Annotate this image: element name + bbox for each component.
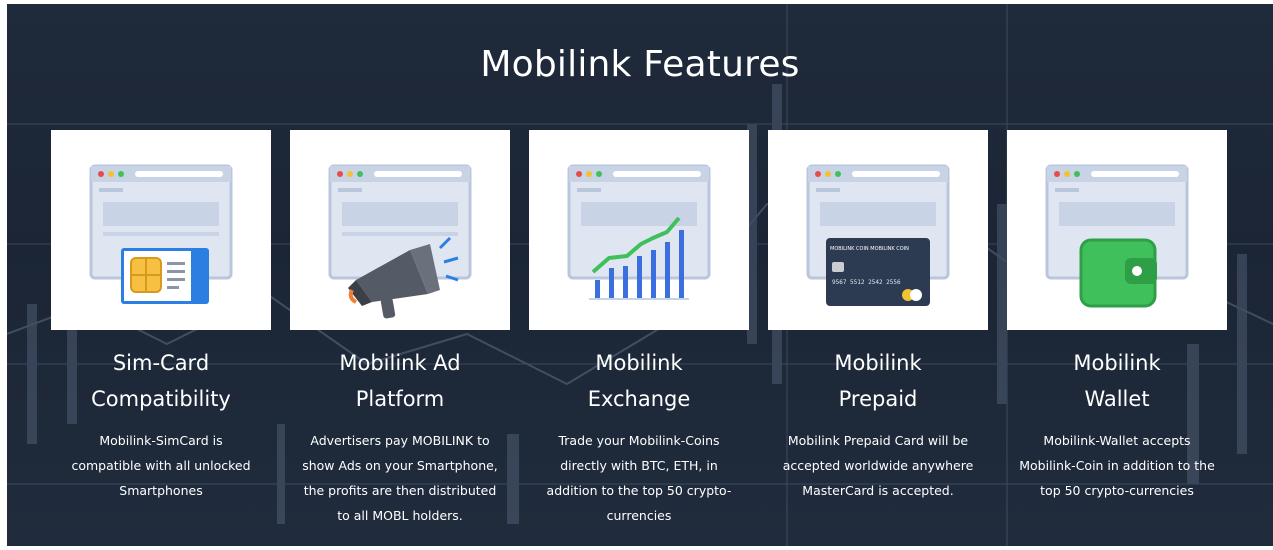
prepaid-card-icon: MOBILINK COIN MOBILINK COIN 9567 5512 25… <box>806 164 950 306</box>
sim-card-icon <box>89 164 233 304</box>
feature-desc-line: compatible with all unlocked <box>71 458 251 473</box>
feature-desc-line: Mobilink-Wallet accepts <box>1043 433 1191 448</box>
feature-desc-line: show Ads on your Smartphone, <box>302 458 498 473</box>
megaphone-icon <box>328 164 472 319</box>
feature-desc-line: the profits are then distributed <box>303 483 497 498</box>
feature-desc-line: Trade your Mobilink-Coins <box>558 433 720 448</box>
feature-title-line: Exchange <box>587 387 691 411</box>
feature-desc-line: currencies <box>606 508 672 523</box>
feature-description: Trade your Mobilink-Coins directly with … <box>521 428 757 528</box>
feature-title-line: Mobilink <box>834 351 922 375</box>
feature-title-line: Mobilink <box>595 351 683 375</box>
feature-description: Mobilink-SimCard is compatible with all … <box>43 428 279 503</box>
feature-image <box>290 130 510 330</box>
feature-title-line: Mobilink <box>1073 351 1161 375</box>
wallet-icon <box>1045 164 1189 308</box>
feature-desc-line: Mobilink Prepaid Card will be <box>787 433 969 448</box>
feature-image <box>1007 130 1227 330</box>
feature-title-line: Sim-Card <box>112 351 210 375</box>
feature-title-line: Platform <box>355 387 445 411</box>
feature-image <box>529 130 749 330</box>
feature-desc-line: directly with BTC, ETH, in <box>560 458 718 473</box>
feature-card-wallet: Mobilink Wallet Mobilink-Wallet accepts … <box>997 4 1237 546</box>
feature-title-line: Wallet <box>1084 387 1150 411</box>
feature-desc-line: MasterCard is accepted. <box>802 483 954 498</box>
features-section: Mobilink Features Sim-Card Compatibility… <box>7 4 1273 546</box>
feature-desc-line: Advertisers pay MOBILINK to <box>310 433 490 448</box>
feature-desc-line: Smartphones <box>119 483 203 498</box>
feature-card-ad-platform: Mobilink Ad Platform Advertisers pay MOB… <box>280 4 520 546</box>
feature-description: Advertisers pay MOBILINK to show Ads on … <box>282 428 518 528</box>
card-brand-text: MOBILINK COIN MOBILINK COIN <box>830 246 909 252</box>
feature-image: MOBILINK COIN MOBILINK COIN 9567 5512 25… <box>768 130 988 330</box>
feature-desc-line: accepted worldwide anywhere <box>782 458 974 473</box>
feature-title: Mobilink Prepaid <box>758 345 998 417</box>
feature-title: Mobilink Wallet <box>997 345 1237 417</box>
feature-title: Mobilink Ad Platform <box>280 345 520 417</box>
feature-description: Mobilink-Wallet accepts Mobilink-Coin in… <box>999 428 1235 503</box>
feature-title: Mobilink Exchange <box>519 345 759 417</box>
feature-card-prepaid: MOBILINK COIN MOBILINK COIN 9567 5512 25… <box>758 4 998 546</box>
feature-desc-line: Mobilink-SimCard is <box>99 433 223 448</box>
feature-desc-line: Mobilink-Coin in addition to the <box>1019 458 1215 473</box>
feature-title-line: Prepaid <box>838 387 918 411</box>
feature-title-line: Mobilink Ad <box>339 351 461 375</box>
feature-card-exchange: Mobilink Exchange Trade your Mobilink-Co… <box>519 4 759 546</box>
exchange-chart-icon <box>567 164 711 300</box>
feature-title: Sim-Card Compatibility <box>41 345 281 417</box>
feature-image <box>51 130 271 330</box>
feature-card-sim: Sim-Card Compatibility Mobilink-SimCard … <box>41 4 281 546</box>
feature-desc-line: addition to the top 50 crypto- <box>546 483 732 498</box>
feature-desc-line: top 50 crypto-currencies <box>1040 483 1194 498</box>
feature-title-line: Compatibility <box>91 387 231 411</box>
feature-desc-line: to all MOBL holders. <box>337 508 463 523</box>
feature-description: Mobilink Prepaid Card will be accepted w… <box>760 428 996 503</box>
card-number-text: 9567 5512 2542 2556 <box>832 279 901 286</box>
